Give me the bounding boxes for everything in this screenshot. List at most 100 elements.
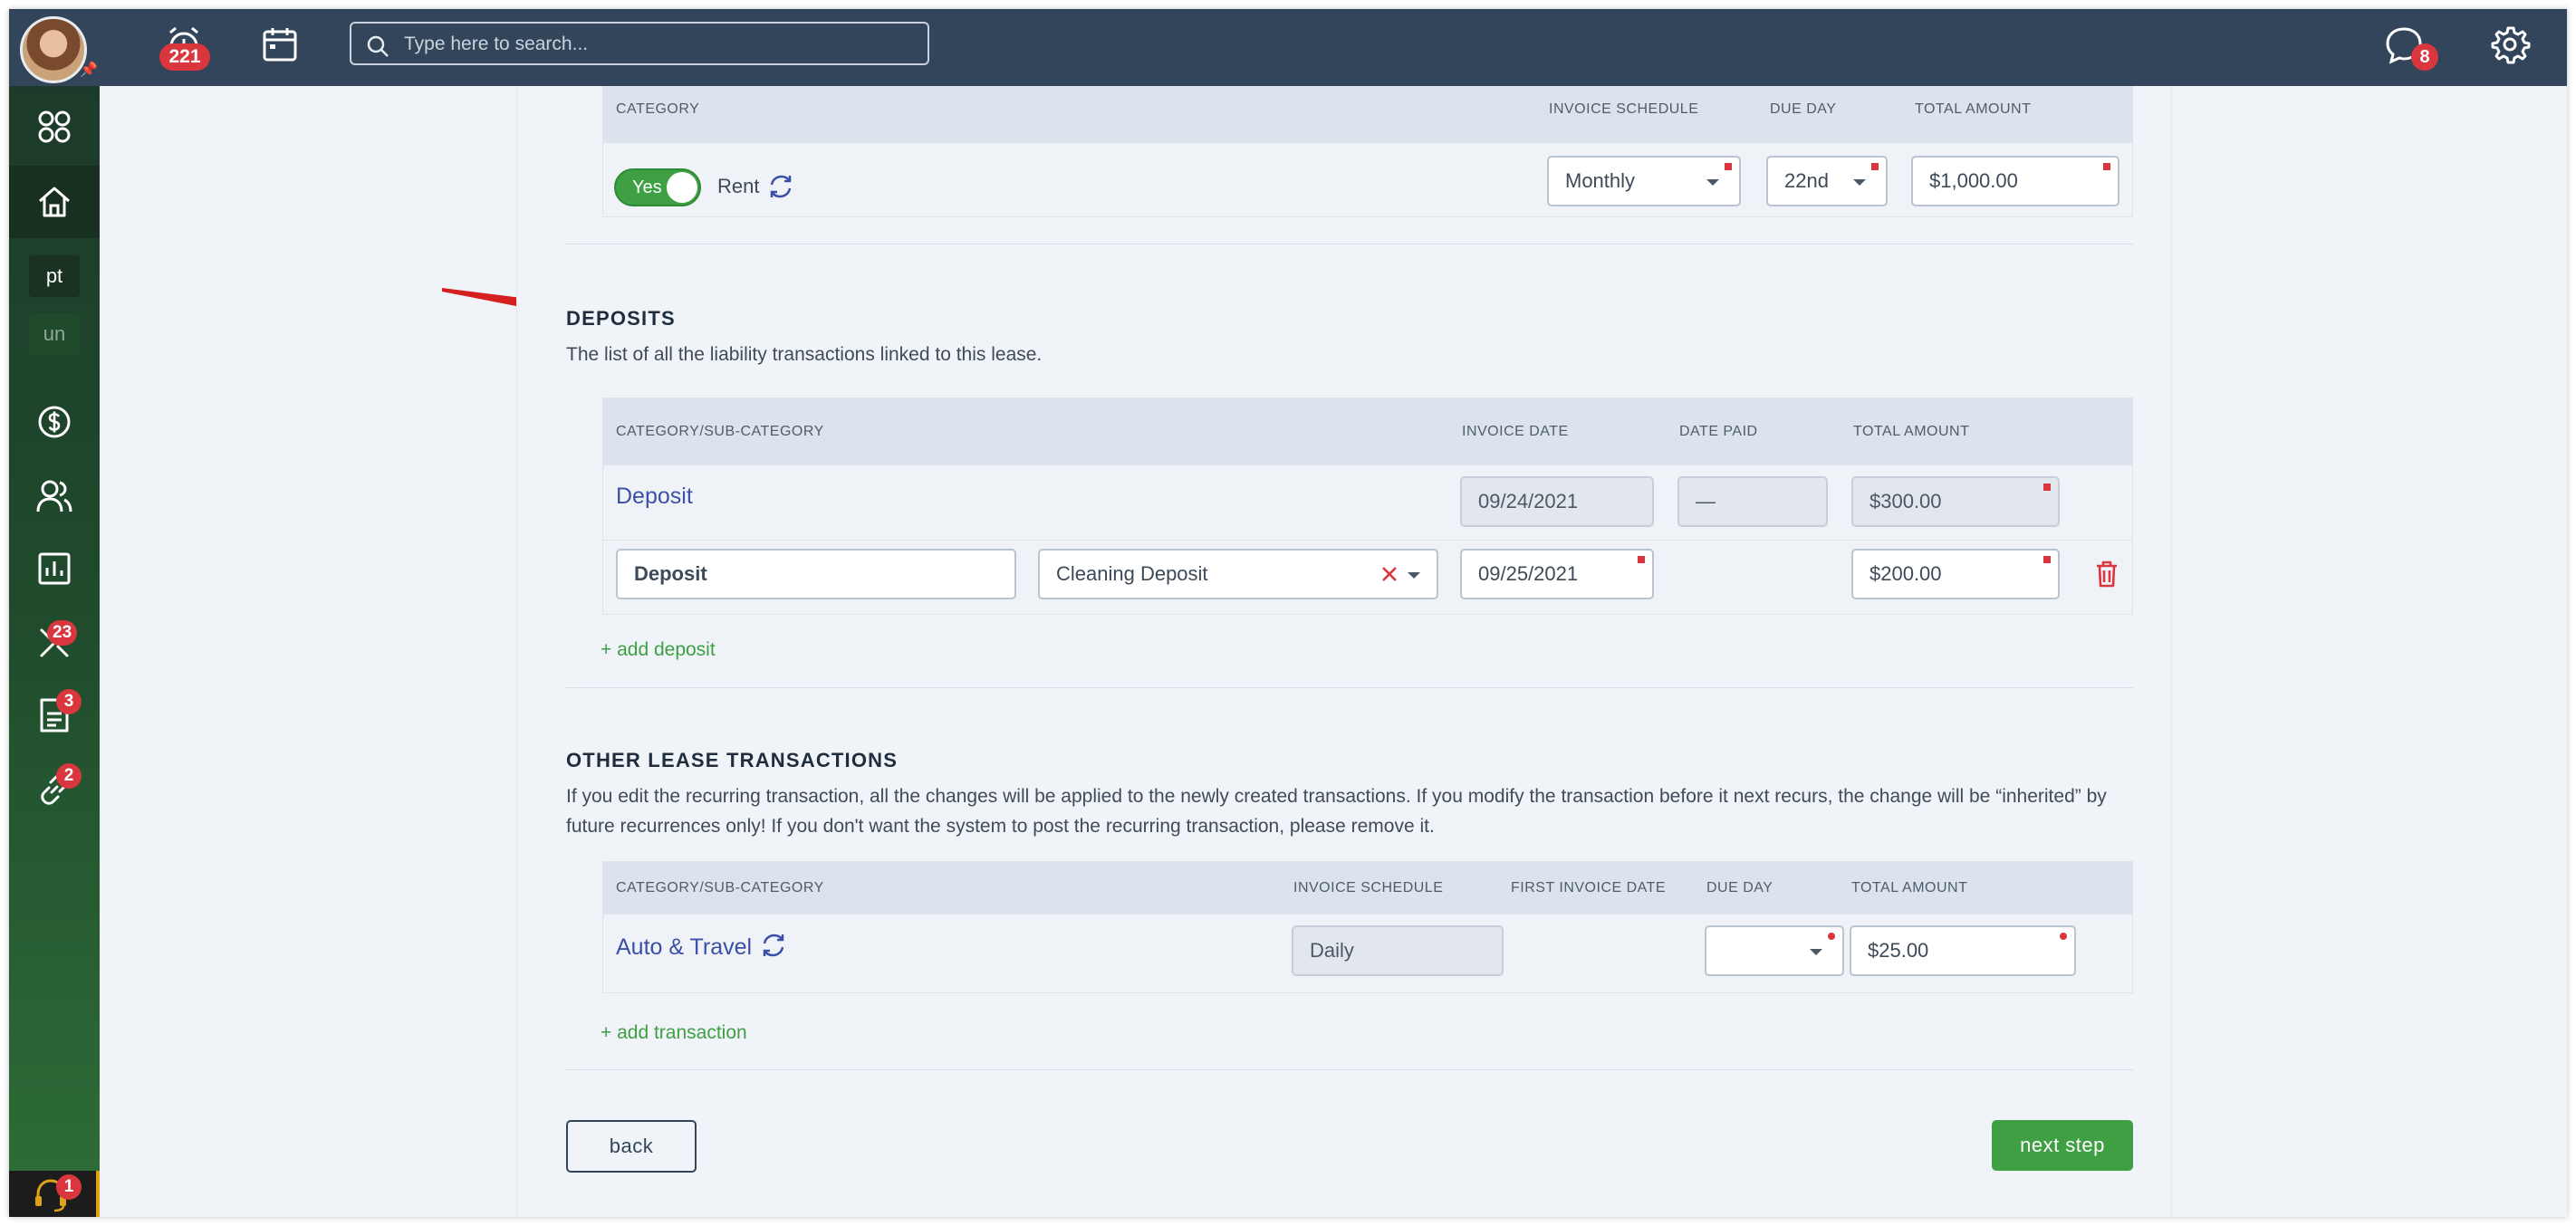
required-marker	[2043, 484, 2051, 491]
header-invoice-schedule: INVOICE SCHEDULE	[1549, 101, 1699, 117]
maintenance-badge: 23	[47, 620, 78, 646]
header-first-invoice-date: FIRST INVOICE DATE	[1511, 880, 1667, 896]
sidebar: pt un 23 3 2 1	[9, 86, 100, 1217]
header-invoice-schedule: INVOICE SCHEDULE	[1293, 880, 1444, 896]
required-marker	[1871, 163, 1879, 170]
deposits-table: CATEGORY/SUB-CATEGORY INVOICE DATE DATE …	[602, 397, 2133, 615]
top-bar: 📌 221 8	[9, 9, 2567, 86]
add-deposit-link[interactable]: + add deposit	[601, 639, 716, 661]
sidebar-item-reports[interactable]	[9, 537, 100, 600]
header-category: CATEGORY/SUB-CATEGORY	[616, 880, 824, 896]
documents-badge: 3	[56, 689, 82, 714]
invoice-date-input[interactable]: 09/25/2021	[1460, 549, 1654, 599]
invoice-date-value: 09/24/2021	[1478, 490, 1579, 512]
chevron-down-icon	[1853, 179, 1866, 186]
add-transaction-link[interactable]: + add transaction	[601, 1022, 747, 1044]
messages-badge: 8	[2411, 43, 2438, 71]
toggle-knob	[667, 172, 697, 203]
header-total-amount: TOTAL AMOUNT	[1851, 880, 1968, 896]
deposit-amount-input[interactable]: $200.00	[1851, 549, 2060, 599]
app-window: 📌 221 8	[9, 9, 2567, 1217]
schedule-select[interactable]: Monthly	[1547, 156, 1741, 206]
deposits-title: DEPOSITS	[566, 307, 676, 330]
sidebar-item-apps[interactable]	[9, 95, 100, 158]
sidebar-item-links[interactable]	[9, 758, 100, 821]
toggle-label: Yes	[632, 177, 662, 197]
chevron-down-icon	[1706, 179, 1719, 186]
dollar-circle-icon	[38, 406, 71, 438]
schedule-value: Monthly	[1565, 169, 1636, 192]
due-day-select[interactable]	[1705, 925, 1844, 976]
amount-value: $1,000.00	[1929, 169, 2018, 192]
clear-x-icon[interactable]	[1380, 565, 1399, 583]
recurring-icon	[770, 175, 792, 198]
other-transactions-description: If you edit the recurring transaction, a…	[566, 786, 2107, 837]
gear-icon[interactable]	[2489, 24, 2531, 65]
required-marker	[2103, 163, 2110, 170]
invoice-date-field: 09/24/2021	[1460, 476, 1654, 527]
table-header: CATEGORY/SUB-CATEGORY INVOICE SCHEDULE F…	[603, 862, 2132, 915]
header-due-day: DUE DAY	[1706, 880, 1773, 896]
transaction-category-link[interactable]: Auto & Travel	[616, 934, 752, 961]
required-marker	[1725, 163, 1732, 170]
chevron-down-icon[interactable]	[1408, 572, 1420, 579]
required-marker	[2043, 556, 2051, 563]
apps-grid-icon	[38, 110, 71, 143]
active-toggle[interactable]: Yes	[614, 168, 701, 206]
subcategory-select[interactable]: Cleaning Deposit	[1038, 549, 1438, 599]
header-category: CATEGORY	[616, 101, 700, 117]
schedule-value: Daily	[1310, 939, 1354, 962]
sidebar-item-home[interactable]	[9, 166, 100, 238]
date-paid-value: —	[1696, 490, 1716, 512]
row-divider	[603, 540, 2132, 541]
recurring-rent-table: CATEGORY INVOICE SCHEDULE DUE DAY TOTAL …	[602, 86, 2133, 217]
search-input[interactable]	[404, 31, 911, 58]
deposit-category-input[interactable]: Deposit	[616, 549, 1016, 599]
header-total-amount: TOTAL AMOUNT	[1853, 424, 1970, 439]
trash-icon[interactable]	[2094, 560, 2119, 589]
search-box[interactable]	[350, 22, 929, 65]
invoice-date-value: 09/25/2021	[1478, 562, 1579, 585]
header-due-day: DUE DAY	[1770, 101, 1837, 117]
due-day-value: 22nd	[1784, 169, 1829, 192]
chevron-down-icon	[1810, 949, 1822, 955]
table-header: CATEGORY INVOICE SCHEDULE DUE DAY TOTAL …	[603, 87, 2132, 143]
header-date-paid: DATE PAID	[1679, 424, 1758, 439]
header-category: CATEGORY/SUB-CATEGORY	[616, 424, 824, 439]
sidebar-chip-un[interactable]: un	[29, 313, 80, 355]
category-label: Rent	[717, 175, 760, 197]
divider	[566, 1069, 2133, 1070]
amount-value: $300.00	[1870, 490, 1942, 512]
user-avatar[interactable]	[20, 16, 87, 83]
sidebar-item-finance[interactable]	[9, 390, 100, 454]
links-badge: 2	[56, 763, 82, 789]
rent-amount-input[interactable]: $1,000.00	[1911, 156, 2119, 206]
sidebar-chip-pt[interactable]: pt	[29, 255, 80, 297]
calendar-icon[interactable]	[261, 25, 299, 63]
header-total-amount: TOTAL AMOUNT	[1915, 101, 2032, 117]
table-header: CATEGORY/SUB-CATEGORY INVOICE DATE DATE …	[603, 398, 2132, 465]
search-icon	[367, 35, 389, 57]
required-marker	[1638, 556, 1645, 563]
sidebar-item-documents[interactable]	[9, 684, 100, 747]
deposit-category-link[interactable]: Deposit	[616, 484, 693, 510]
home-icon	[39, 187, 70, 217]
header-invoice-date: INVOICE DATE	[1462, 424, 1569, 439]
amount-value: $200.00	[1870, 562, 1942, 585]
required-marker	[2060, 933, 2067, 940]
other-transactions-title: OTHER LEASE TRANSACTIONS	[566, 749, 899, 771]
date-paid-field: —	[1677, 476, 1828, 527]
recurring-icon	[763, 934, 784, 957]
bar-chart-icon	[38, 552, 71, 585]
support-button[interactable]: 1	[9, 1171, 100, 1217]
due-day-select[interactable]: 22nd	[1766, 156, 1888, 206]
required-marker	[1828, 933, 1835, 940]
deposit-amount-field: $300.00	[1851, 476, 2060, 527]
back-button[interactable]: back	[566, 1120, 697, 1173]
deposits-description: The list of all the liability transactio…	[566, 344, 1043, 365]
users-icon	[36, 480, 72, 512]
divider	[566, 687, 2133, 688]
next-step-button[interactable]: next step	[1992, 1120, 2133, 1171]
sidebar-item-people[interactable]	[9, 465, 100, 528]
transaction-amount-input[interactable]: $25.00	[1850, 925, 2076, 976]
